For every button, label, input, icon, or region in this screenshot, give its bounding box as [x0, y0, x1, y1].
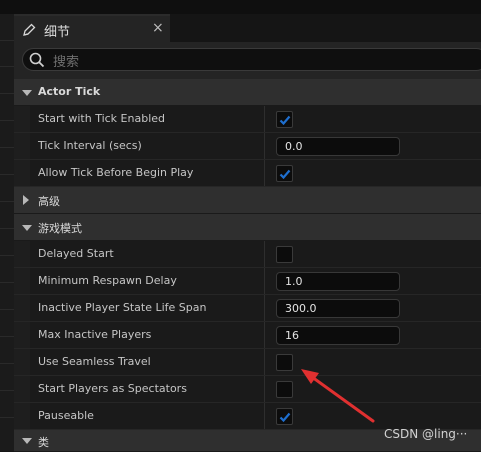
watermark: CSDN @ling··· — [384, 427, 468, 441]
annotation-arrow — [301, 369, 375, 423]
